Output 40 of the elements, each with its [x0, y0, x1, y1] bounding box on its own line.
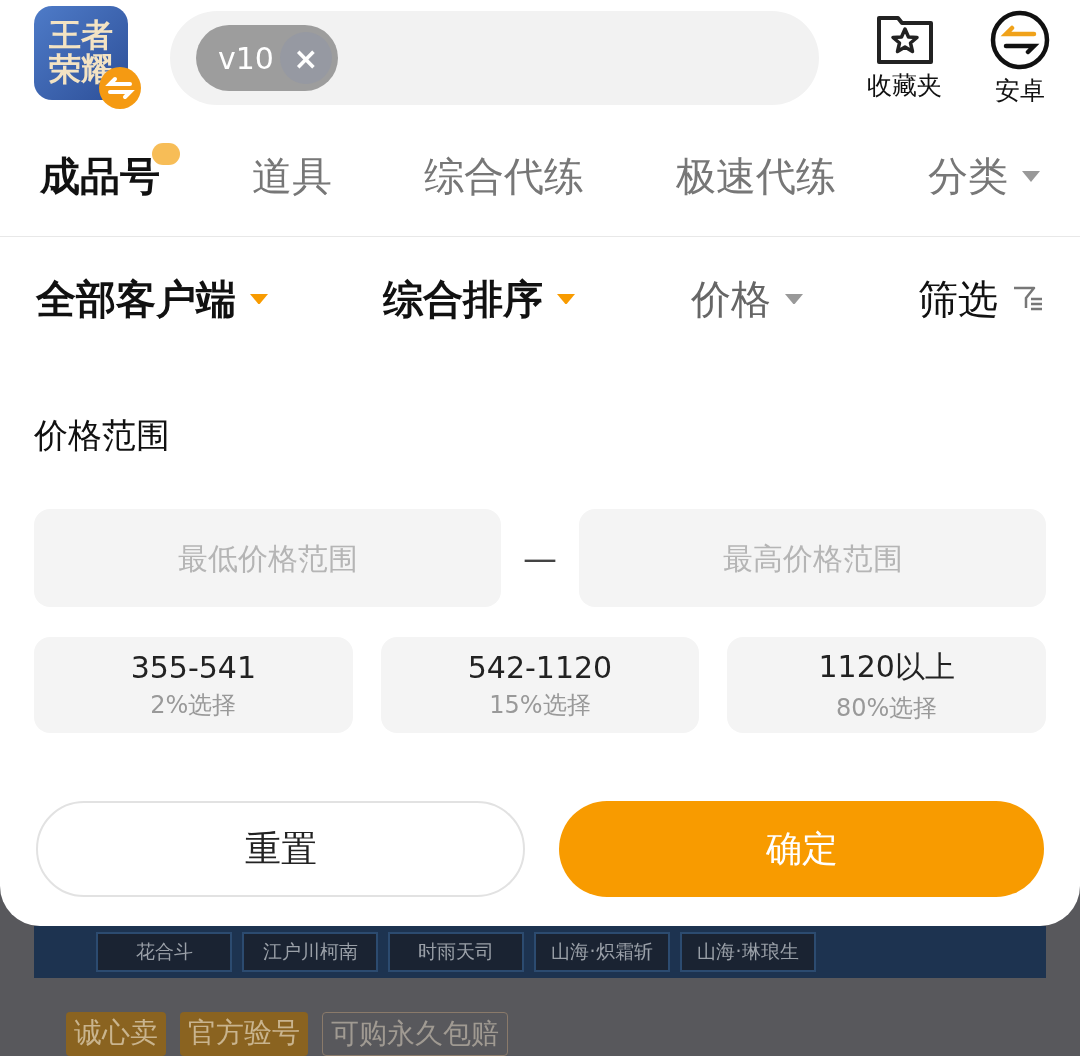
category-tab[interactable]: 分类 — [928, 148, 1040, 204]
price-preset[interactable]: 542-1120 15%选择 — [380, 637, 700, 733]
preset-range: 1120以上 — [818, 647, 955, 686]
star-folder-icon — [875, 14, 934, 65]
platform-switch-button[interactable]: 安卓 — [990, 9, 1050, 107]
listing-tag: 诚心卖 — [66, 1012, 166, 1056]
chip-label: v10 — [218, 40, 274, 76]
range-separator: — — [523, 538, 557, 578]
preset-share: 15%选择 — [489, 689, 591, 721]
skin-label: 山海·炽霜斩 — [534, 932, 670, 972]
favorites-button[interactable]: 收藏夹 — [867, 14, 942, 102]
preset-range: 355-541 — [130, 649, 256, 685]
caret-icon — [557, 293, 576, 305]
category-tab[interactable]: 道具 — [252, 148, 332, 204]
sort-dropdown[interactable]: 价格 — [690, 271, 803, 327]
category-tab[interactable]: 成品号 — [40, 148, 160, 204]
caret-icon — [784, 293, 803, 305]
listing-tag: 官方验号 — [180, 1012, 308, 1056]
sort-dropdown[interactable]: 全部客户端 — [36, 271, 268, 327]
filter-icon — [1012, 285, 1044, 313]
category-tab[interactable]: 极速代练 — [676, 148, 836, 204]
price-preset[interactable]: 355-541 2%选择 — [34, 637, 353, 733]
price-preset[interactable]: 1120以上 80%选择 — [727, 637, 1046, 733]
section-title: 价格范围 — [34, 414, 171, 457]
max-price-field[interactable]: 最高价格范围 — [579, 509, 1046, 607]
sort-dropdown[interactable]: 综合排序 — [383, 271, 576, 327]
preset-range: 542-1120 — [467, 649, 613, 685]
preset-share: 2%选择 — [150, 689, 237, 721]
skin-label: 江户川柯南 — [242, 932, 378, 972]
reset-button[interactable]: 重置 — [36, 801, 525, 897]
filter-button[interactable]: 筛选 — [918, 271, 1044, 327]
preset-share: 80%选择 — [836, 692, 938, 724]
min-price-field[interactable]: 最低价格范围 — [34, 509, 501, 607]
listing-tag: 可购永久包赔 — [322, 1012, 508, 1056]
category-tab[interactable]: 综合代练 — [424, 148, 584, 204]
skin-label: 山海·琳琅生 — [680, 932, 816, 972]
skin-label: 时雨天司 — [388, 932, 524, 972]
caret-icon — [250, 293, 268, 305]
skin-label: 花合斗 — [96, 932, 232, 972]
swap-icon — [990, 9, 1050, 70]
